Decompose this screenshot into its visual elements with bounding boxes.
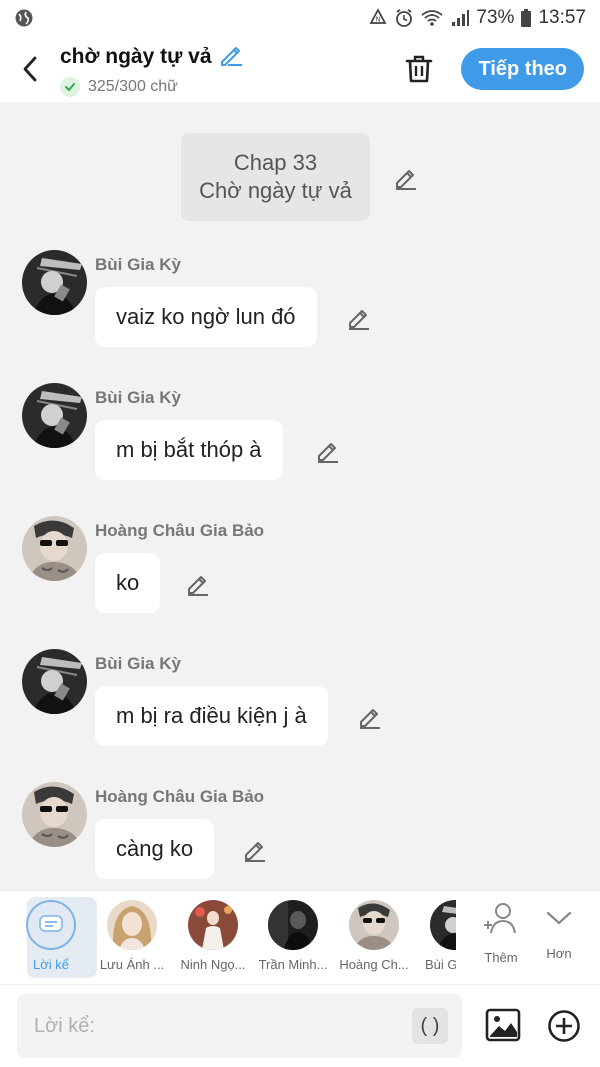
edit-title-button[interactable] xyxy=(218,42,244,73)
status-bar: N 73% 13:57 xyxy=(0,0,600,36)
edit-chapter-button[interactable] xyxy=(393,165,419,196)
sender-name: Bùi Gia Kỳ xyxy=(95,654,181,673)
avatar-hoang-chau-gia-bao[interactable] xyxy=(22,516,87,581)
svg-text:N: N xyxy=(376,17,381,24)
edit-message-button[interactable] xyxy=(357,704,383,735)
insert-image-button[interactable] xyxy=(485,1008,521,1047)
sender-name: Hoàng Châu Gia Bảo xyxy=(95,521,265,540)
character-label: Lời kể xyxy=(33,957,69,972)
character-label: Trần Minh... xyxy=(258,957,328,972)
avatar-bui-gia-ky[interactable] xyxy=(22,649,87,714)
back-button[interactable] xyxy=(0,36,60,102)
word-count: 325/300 chữ xyxy=(88,77,178,95)
next-button[interactable]: Tiếp theo xyxy=(461,48,584,90)
message-bubble[interactable]: càng ko xyxy=(95,819,215,879)
delete-button[interactable] xyxy=(389,36,449,102)
chat-area[interactable]: Chap 33 Chờ ngày tự vả Bùi Gia Kỳ vaiz k… xyxy=(0,102,600,890)
character-ninh-ngoc[interactable]: Ninh Ngọ... xyxy=(173,891,253,985)
wifi-icon xyxy=(420,8,444,28)
pencil-icon xyxy=(396,170,416,190)
parentheses-button[interactable]: ( ) xyxy=(412,1008,448,1044)
add-content-button[interactable] xyxy=(547,1009,581,1048)
recycle-icon: N xyxy=(368,8,388,28)
character-label: Ninh Ngọ... xyxy=(180,957,246,972)
chevron-down-icon xyxy=(544,907,574,934)
pencil-icon xyxy=(318,443,338,463)
message-bubble[interactable]: ko xyxy=(95,553,161,613)
chapter-number: Chap 33 xyxy=(233,150,318,175)
message-bubble[interactable]: vaiz ko ngờ lun đó xyxy=(95,287,317,347)
avatar xyxy=(188,900,238,950)
sender-name: Bùi Gia Kỳ xyxy=(95,255,181,274)
message-bubble[interactable]: m bị ra điều kiện j à xyxy=(95,686,328,746)
globe-icon xyxy=(14,8,34,28)
character-hoang-chau[interactable]: Hoàng Ch... xyxy=(334,891,414,985)
pencil-icon xyxy=(220,46,242,66)
chapter-title: Chờ ngày tự vả xyxy=(199,178,352,203)
narration-icon xyxy=(26,900,76,950)
plus-circle-icon xyxy=(548,1010,580,1042)
edit-message-button[interactable] xyxy=(185,571,211,602)
sender-name: Hoàng Châu Gia Bảo xyxy=(95,787,265,806)
sender-name: Bùi Gia Kỳ xyxy=(95,388,181,407)
edit-message-button[interactable] xyxy=(315,438,341,469)
check-icon xyxy=(60,76,80,97)
pencil-icon xyxy=(188,576,208,596)
edit-message-button[interactable] xyxy=(346,305,372,336)
edit-message-button[interactable] xyxy=(242,837,268,868)
character-selector: Lời kể Lưu Ánh ... Ninh Ngọ... Trần Minh… xyxy=(0,890,600,984)
chapter-card[interactable]: Chap 33 Chờ ngày tự vả xyxy=(181,133,370,221)
avatar xyxy=(268,900,318,950)
avatar xyxy=(107,900,157,950)
character-luu-anh[interactable]: Lưu Ánh ... xyxy=(92,891,172,985)
back-icon xyxy=(23,56,37,82)
character-tran-minh[interactable]: Trần Minh... xyxy=(253,891,333,985)
image-icon xyxy=(485,1008,521,1042)
clock-time: 13:57 xyxy=(538,7,586,28)
signal-icon xyxy=(450,8,470,28)
battery-icon xyxy=(520,8,532,28)
message-input[interactable] xyxy=(34,1014,412,1038)
character-narration[interactable]: Lời kể xyxy=(11,891,97,985)
story-title: chờ ngày tự vả xyxy=(60,45,212,68)
message-bubble[interactable]: m bị bắt thóp à xyxy=(95,420,283,480)
character-label: Hoàng Ch... xyxy=(339,957,409,972)
message-input-box[interactable]: ( ) xyxy=(17,994,462,1058)
pencil-icon xyxy=(360,709,380,729)
character-bui-gia[interactable]: Bùi G xyxy=(408,891,456,985)
add-person-icon xyxy=(481,901,521,944)
more-button[interactable]: Hơn xyxy=(519,891,599,985)
avatar-bui-gia-ky[interactable] xyxy=(22,250,87,315)
add-label: Thêm xyxy=(484,950,518,965)
editor-header: chờ ngày tự vả 325/300 chữ Tiếp theo xyxy=(0,36,600,102)
avatar-hoang-chau-gia-bao[interactable] xyxy=(22,782,87,847)
more-label: Hơn xyxy=(546,946,572,961)
avatar-bui-gia-ky[interactable] xyxy=(22,383,87,448)
character-label: Bùi G xyxy=(425,957,456,972)
trash-icon xyxy=(406,55,433,83)
avatar xyxy=(349,900,399,950)
pencil-icon xyxy=(245,842,265,862)
battery-percent: 73% xyxy=(476,7,515,28)
character-label: Lưu Ánh ... xyxy=(99,957,165,972)
pencil-icon xyxy=(349,310,369,330)
avatar xyxy=(430,900,456,950)
input-bar: ( ) xyxy=(0,984,600,1067)
alarm-icon xyxy=(394,8,414,28)
